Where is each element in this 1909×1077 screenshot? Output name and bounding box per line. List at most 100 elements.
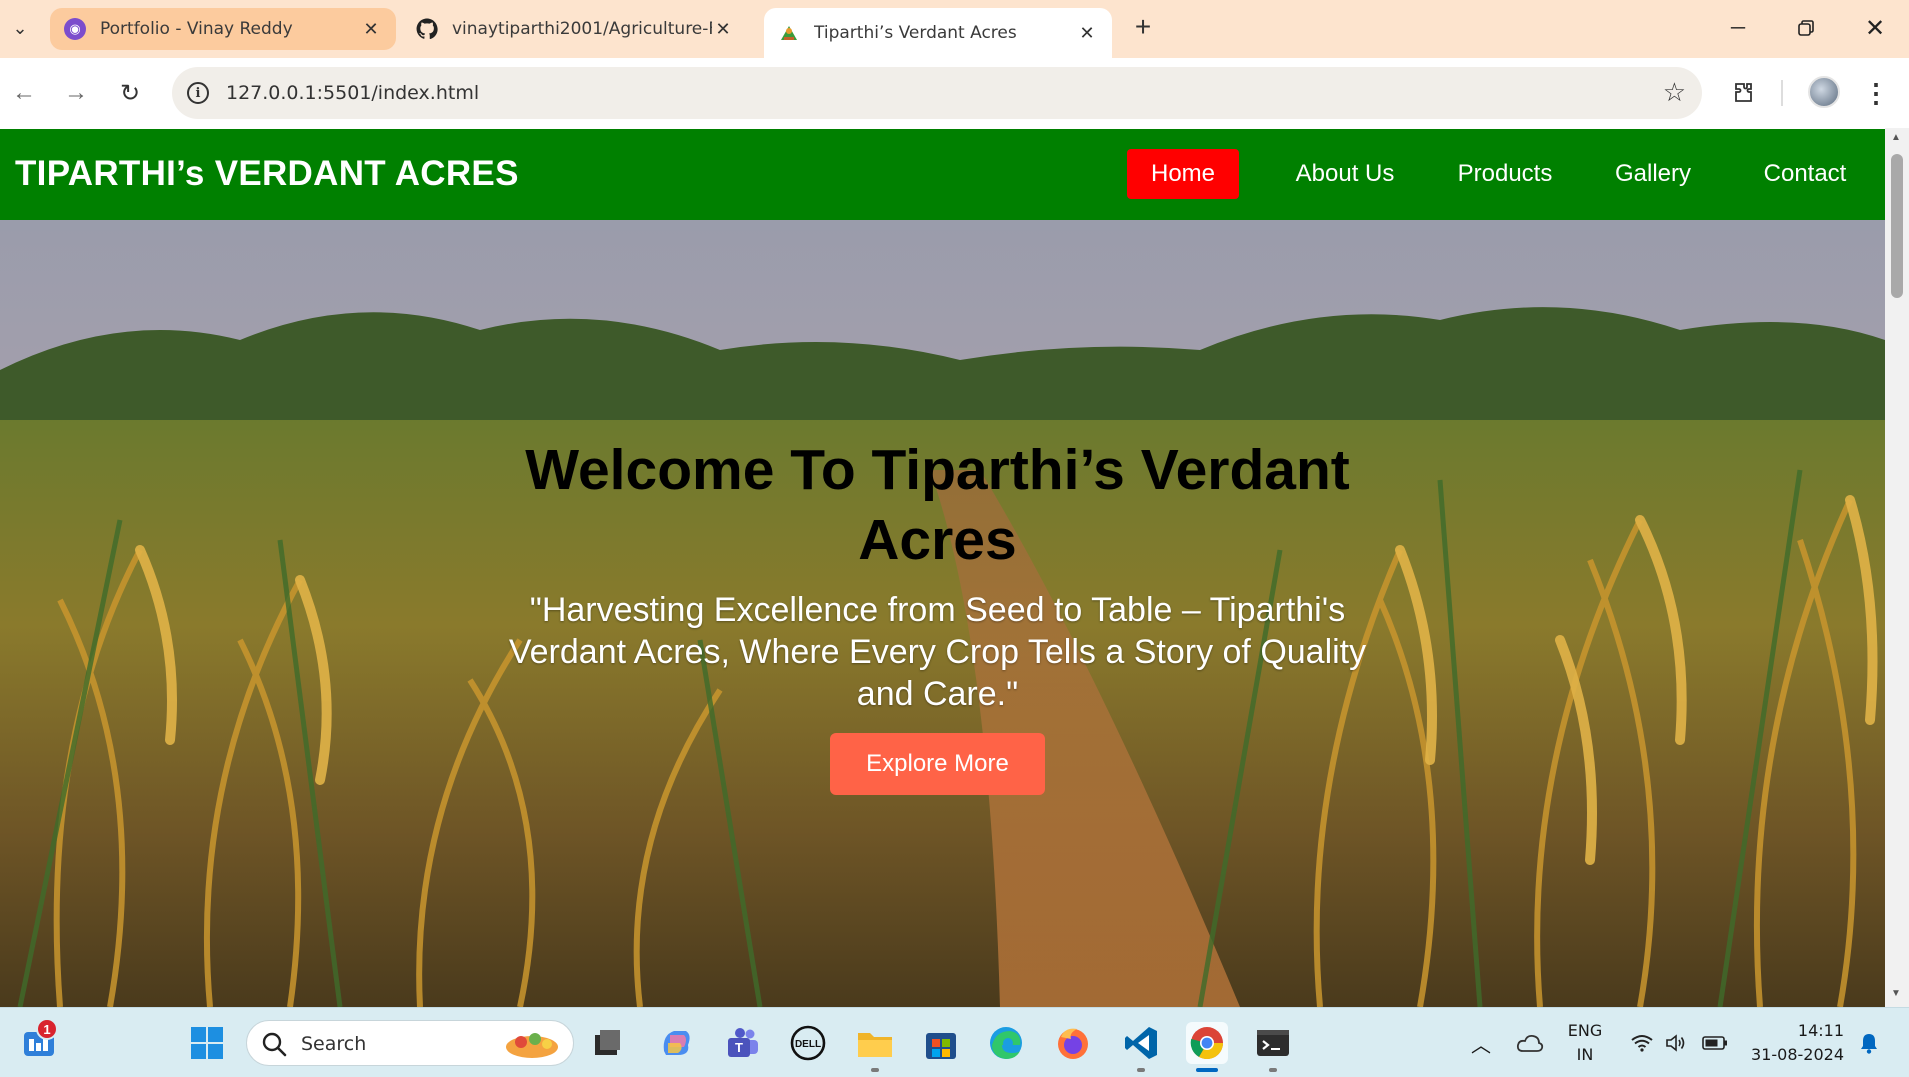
close-icon[interactable]: ✕	[360, 19, 382, 40]
more-vertical-icon: ⋮	[1863, 77, 1889, 108]
reload-button[interactable]: ↻	[112, 75, 148, 111]
scroll-up-icon[interactable]: ▲	[1891, 132, 1901, 143]
battery-button[interactable]	[1698, 1008, 1732, 1077]
minimize-icon: ─	[1730, 16, 1746, 39]
menu-button[interactable]: ⋮	[1858, 75, 1894, 111]
running-indicator	[871, 1068, 879, 1072]
extensions-button[interactable]	[1726, 75, 1762, 111]
tab-title: vinaytiparthi2001/Agriculture-F	[452, 19, 712, 39]
task-view-button[interactable]	[586, 1022, 628, 1064]
arrow-right-icon: →	[64, 79, 88, 106]
region-code: IN	[1576, 1045, 1594, 1064]
tab-portfolio[interactable]: ◉ Portfolio - Vinay Reddy ✕	[50, 8, 396, 50]
explore-more-button[interactable]: Explore More	[830, 733, 1045, 795]
dell-icon: DELL	[790, 1025, 826, 1061]
minimize-button[interactable]: ─	[1708, 8, 1768, 48]
terminal-button[interactable]	[1252, 1022, 1294, 1064]
teams-button[interactable]: T	[721, 1022, 763, 1064]
store-icon	[926, 1033, 956, 1059]
reload-icon: ↻	[119, 79, 141, 107]
search-placeholder: Search	[301, 1033, 367, 1055]
close-window-button[interactable]: ✕	[1845, 8, 1905, 48]
hero-tagline: "Harvesting Excellence from Seed to Tabl…	[508, 591, 1367, 713]
clock[interactable]: 14:11 31-08-2024	[1744, 1008, 1844, 1077]
bookmark-star-icon[interactable]: ☆	[1663, 77, 1686, 108]
start-button[interactable]	[186, 1022, 228, 1064]
info-icon: i	[187, 82, 209, 104]
tab-search-button[interactable]: ⌄	[4, 10, 36, 46]
hero-content: Welcome To Tiparthi’s Verdant Acres "Har…	[490, 435, 1385, 795]
edge-button[interactable]	[985, 1022, 1027, 1064]
vscode-button[interactable]	[1120, 1022, 1162, 1064]
running-indicator	[1269, 1068, 1277, 1072]
farmer-favicon-icon	[778, 22, 800, 44]
task-view-icon	[595, 1030, 620, 1055]
github-icon	[416, 18, 438, 40]
bell-icon	[1861, 1034, 1877, 1054]
restore-button[interactable]	[1776, 8, 1836, 48]
toolbar-divider	[1781, 80, 1783, 106]
close-icon[interactable]: ✕	[712, 19, 734, 40]
notifications-button[interactable]	[1854, 1008, 1884, 1077]
dell-button[interactable]: DELL	[787, 1022, 829, 1064]
search-highlight-icon	[506, 1033, 558, 1058]
portfolio-favicon-icon: ◉	[64, 18, 86, 40]
page-scrollbar[interactable]: ▲ ▼	[1885, 128, 1909, 1007]
file-explorer-button[interactable]	[854, 1022, 896, 1064]
nav-gallery[interactable]: Gallery	[1593, 149, 1713, 199]
scrollbar-thumb[interactable]	[1891, 154, 1903, 298]
volume-button[interactable]	[1660, 1008, 1692, 1077]
svg-text:T: T	[735, 1040, 743, 1055]
nav-contact[interactable]: Contact	[1745, 149, 1865, 199]
network-button[interactable]	[1626, 1008, 1658, 1077]
search-icon	[262, 1032, 287, 1057]
scroll-down-icon[interactable]: ▼	[1891, 988, 1901, 999]
site-header: TIPARTHI’s VERDANT ACRES Home About Us P…	[0, 129, 1885, 220]
windows-taskbar: 1 Search T DELL ︿ ENG IN 14:11 31-08-202…	[0, 1007, 1909, 1077]
firefox-icon	[1058, 1028, 1088, 1059]
back-button[interactable]: ←	[6, 75, 42, 111]
copilot-button[interactable]	[655, 1022, 697, 1064]
puzzle-icon	[1735, 83, 1752, 102]
site-info-button[interactable]: i	[184, 79, 212, 107]
microsoft-store-button[interactable]	[920, 1022, 962, 1064]
address-url[interactable]: 127.0.0.1:5501/index.html	[226, 82, 479, 104]
plus-icon: +	[1134, 11, 1152, 42]
chevron-up-icon: ︿	[1471, 1032, 1491, 1057]
hero-title: Welcome To Tiparthi’s Verdant Acres	[525, 438, 1350, 572]
site-logo[interactable]: TIPARTHI’s VERDANT ACRES	[15, 154, 519, 194]
teams-icon: T	[728, 1028, 758, 1057]
nav-home[interactable]: Home	[1127, 149, 1239, 199]
wifi-icon	[1631, 1035, 1653, 1052]
page-viewport: TIPARTHI’s VERDANT ACRES Home About Us P…	[0, 128, 1909, 1007]
tab-verdant-acres[interactable]: Tiparthi’s Verdant Acres ✕	[764, 8, 1112, 58]
active-app-indicator	[1196, 1068, 1218, 1072]
nav-products[interactable]: Products	[1435, 149, 1575, 199]
profile-avatar[interactable]	[1808, 76, 1840, 108]
language-indicator[interactable]: ENG IN	[1560, 1008, 1610, 1077]
chrome-icon	[1190, 1027, 1223, 1060]
close-icon: ✕	[1864, 14, 1886, 42]
vscode-icon	[1125, 1027, 1157, 1059]
clock-time: 14:11	[1797, 1021, 1844, 1040]
new-tab-button[interactable]: +	[1128, 12, 1158, 42]
forward-button[interactable]: →	[58, 75, 94, 111]
chrome-button[interactable]	[1186, 1022, 1228, 1064]
address-bar[interactable]: i 127.0.0.1:5501/index.html ☆	[172, 67, 1702, 119]
nav-about-us[interactable]: About Us	[1275, 149, 1415, 199]
running-indicator	[1137, 1068, 1145, 1072]
browser-tab-strip: ⌄ ◉ Portfolio - Vinay Reddy ✕ vinaytipar…	[0, 0, 1909, 58]
arrow-left-icon: ←	[12, 79, 36, 106]
windows-start-icon	[191, 1027, 223, 1059]
svg-text:DELL: DELL	[795, 1039, 821, 1050]
taskbar-search-box[interactable]: Search	[246, 1020, 574, 1066]
browser-toolbar: ← → ↻ i 127.0.0.1:5501/index.html ☆ ⋮	[0, 58, 1909, 128]
show-hidden-icons-button[interactable]: ︿	[1466, 1008, 1496, 1077]
onedrive-button[interactable]	[1512, 1008, 1548, 1077]
edge-icon	[990, 1027, 1022, 1059]
firefox-button[interactable]	[1052, 1022, 1094, 1064]
battery-icon	[1702, 1036, 1727, 1050]
close-icon[interactable]: ✕	[1076, 23, 1098, 44]
language-code: ENG	[1567, 1021, 1603, 1040]
tab-github[interactable]: vinaytiparthi2001/Agriculture-F ✕	[402, 8, 748, 50]
